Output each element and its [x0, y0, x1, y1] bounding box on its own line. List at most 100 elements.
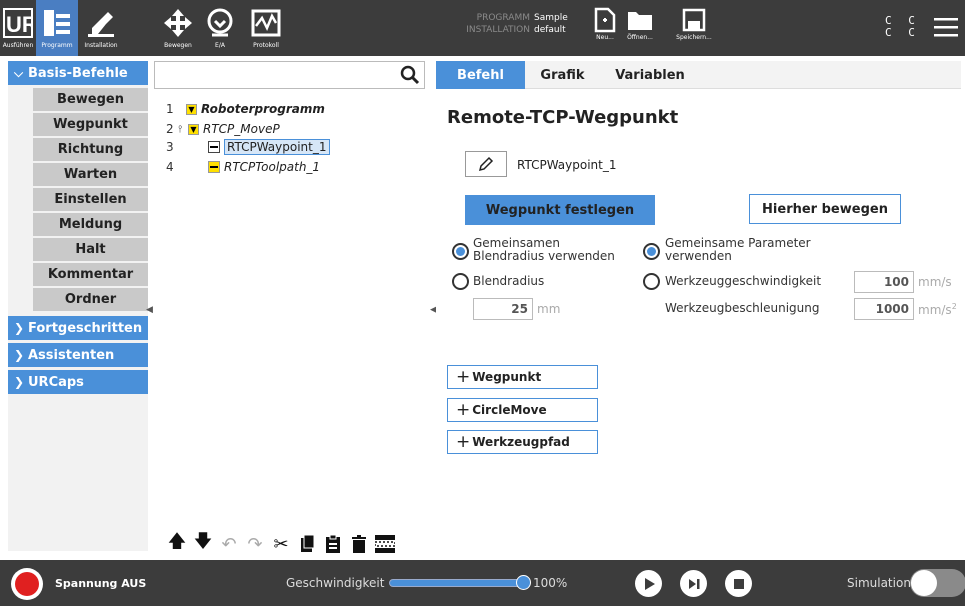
section-urcaps[interactable]: ❯ URCaps [8, 370, 148, 394]
copy-icon[interactable] [296, 533, 318, 555]
edit-name-button[interactable] [465, 151, 507, 177]
program-value: Sample [534, 13, 568, 23]
tab-befehl[interactable]: Befehl [436, 61, 525, 89]
sidebar-item-meldung[interactable]: Meldung [33, 213, 148, 238]
tool-speed-field[interactable]: 100 [854, 271, 914, 293]
save-button[interactable]: Speichern... [674, 0, 714, 56]
tree-row[interactable]: 3 RTCPWaypoint_1 [166, 138, 330, 156]
simulation-label: Simulation [847, 576, 911, 590]
power-button[interactable] [11, 568, 43, 600]
play-icon [644, 577, 655, 590]
tool-speed-radio[interactable] [643, 273, 660, 290]
tool-accel-label: Werkzeugbeschleunigung [665, 301, 820, 315]
shared-params-radio[interactable] [643, 243, 660, 260]
sidebar-item-wegpunkt[interactable]: Wegpunkt [33, 113, 148, 138]
paste-icon[interactable] [322, 533, 344, 555]
blend-radius-unit: mm [537, 302, 561, 316]
section-label: Fortgeschritten [28, 320, 143, 336]
line-number: 3 [166, 140, 174, 154]
blend-radius-field[interactable]: 25 [473, 298, 533, 320]
section-basis-befehle[interactable]: ⌵ Basis-Befehle [8, 61, 148, 85]
bottom-bar: Spannung AUS Geschwindigkeit 100% Simula… [0, 560, 965, 606]
tool-accel-field[interactable]: 1000 [854, 298, 914, 320]
search-input[interactable] [154, 61, 425, 89]
redo-icon[interactable]: ↷ [244, 533, 266, 555]
blend-radius-label: Blendradius [473, 274, 545, 288]
add-toolpath-button[interactable]: + Werkzeugpfad [447, 430, 598, 454]
section-label: Basis-Befehle [28, 65, 128, 81]
blend-radius-radio[interactable] [452, 273, 469, 290]
delete-icon[interactable] [348, 533, 370, 555]
sidebar-item-ordner[interactable]: Ordner [33, 288, 148, 313]
new-label: Neu... [596, 34, 614, 41]
nav-bewegen-button[interactable]: Bewegen [158, 0, 198, 56]
undo-icon[interactable]: ↶ [218, 533, 240, 555]
hamburger-menu-icon[interactable] [934, 16, 958, 38]
tree-row[interactable]: 2 ⫯ ▼ RTCP_MoveP [166, 120, 280, 138]
sidebar-item-halt[interactable]: Halt [33, 238, 148, 263]
add-circlemove-button[interactable]: + CircleMove [447, 398, 598, 422]
tree-node-label: RTCP_MoveP [203, 122, 280, 136]
step-icon [688, 578, 699, 589]
nav-ausfuehren-button[interactable]: UR Ausführen [0, 0, 36, 56]
section-label: Assistenten [28, 347, 115, 363]
line-number: 4 [166, 160, 174, 174]
add-button-label: Werkzeugpfad [472, 435, 570, 449]
move-up-icon[interactable]: 🡅 [166, 531, 188, 555]
open-button[interactable]: Öffnen... [622, 0, 658, 56]
move-down-icon[interactable]: 🡇 [192, 531, 214, 555]
tool-speed-label: Werkzeuggeschwindigkeit [665, 274, 822, 288]
chevron-right-icon: ❯ [14, 321, 25, 335]
cut-icon[interactable]: ✂ [270, 533, 292, 555]
power-status: Spannung AUS [55, 577, 147, 590]
pencil-icon [478, 156, 494, 172]
stop-icon [733, 578, 744, 589]
shared-blend-radio[interactable] [452, 243, 469, 260]
tree-node-label: Roboterprogramm [201, 102, 325, 116]
sidebar-item-bewegen[interactable]: Bewegen [33, 88, 148, 113]
shared-blend-label: Gemeinsamen Blendradius verwenden [473, 237, 615, 263]
section-assistenten[interactable]: ❯ Assistenten [8, 343, 148, 367]
tree-row[interactable]: 4 RTCPToolpath_1 [166, 158, 320, 176]
search-icon[interactable] [400, 65, 420, 85]
sidebar-item-warten[interactable]: Warten [33, 163, 148, 188]
nav-programm-button[interactable]: Programm [36, 0, 78, 56]
io-icon [201, 4, 239, 42]
nav-installation-button[interactable]: Installation [80, 0, 122, 56]
expand-toggle-icon[interactable]: ▼ [188, 123, 199, 135]
log-chart-icon [247, 4, 285, 42]
nav-label: Programm [41, 42, 73, 49]
unit-text: mm/s [918, 303, 952, 317]
add-button-label: CircleMove [472, 403, 547, 417]
step-button[interactable] [680, 570, 707, 597]
speed-slider[interactable] [389, 579, 525, 587]
installation-value: default [534, 25, 566, 35]
set-waypoint-button[interactable]: Wegpunkt festlegen [465, 195, 655, 225]
sidebar-item-kommentar[interactable]: Kommentar [33, 263, 148, 288]
add-waypoint-button[interactable]: + Wegpunkt [447, 365, 598, 389]
play-button[interactable] [635, 570, 662, 597]
tab-variablen[interactable]: Variablen [602, 61, 698, 89]
unit-exponent: 2 [951, 302, 957, 311]
installation-key: INSTALLATION [466, 25, 530, 35]
nav-protokoll-button[interactable]: Protokoll [244, 0, 288, 56]
line-number: 2 [166, 122, 174, 136]
sidebar-item-richtung[interactable]: Richtung [33, 138, 148, 163]
expand-toggle-icon[interactable]: ▼ [186, 103, 197, 115]
simulation-toggle[interactable] [910, 569, 965, 597]
top-bar: UR Ausführen Programm Installation Beweg… [0, 0, 965, 56]
section-fortgeschritten[interactable]: ❯ Fortgeschritten [8, 316, 148, 340]
nav-ea-button[interactable]: E/A [200, 0, 240, 56]
move-here-button[interactable]: Hierher bewegen [749, 194, 901, 224]
tree-row[interactable]: 1 ▼ Roboterprogramm [166, 100, 325, 118]
stop-button[interactable] [725, 570, 752, 597]
cc-indicator: C C C C [885, 15, 920, 39]
tab-grafik[interactable]: Grafik [525, 61, 600, 89]
save-icon [680, 6, 708, 34]
new-button[interactable]: Neu... [590, 0, 620, 56]
speed-slider-handle[interactable] [516, 575, 531, 590]
suppress-icon[interactable] [374, 533, 396, 555]
command-panel: Befehl Grafik Variablen Remote-TCP-Wegpu… [436, 61, 961, 554]
nav-label: Ausführen [2, 42, 34, 49]
sidebar-item-einstellen[interactable]: Einstellen [33, 188, 148, 213]
